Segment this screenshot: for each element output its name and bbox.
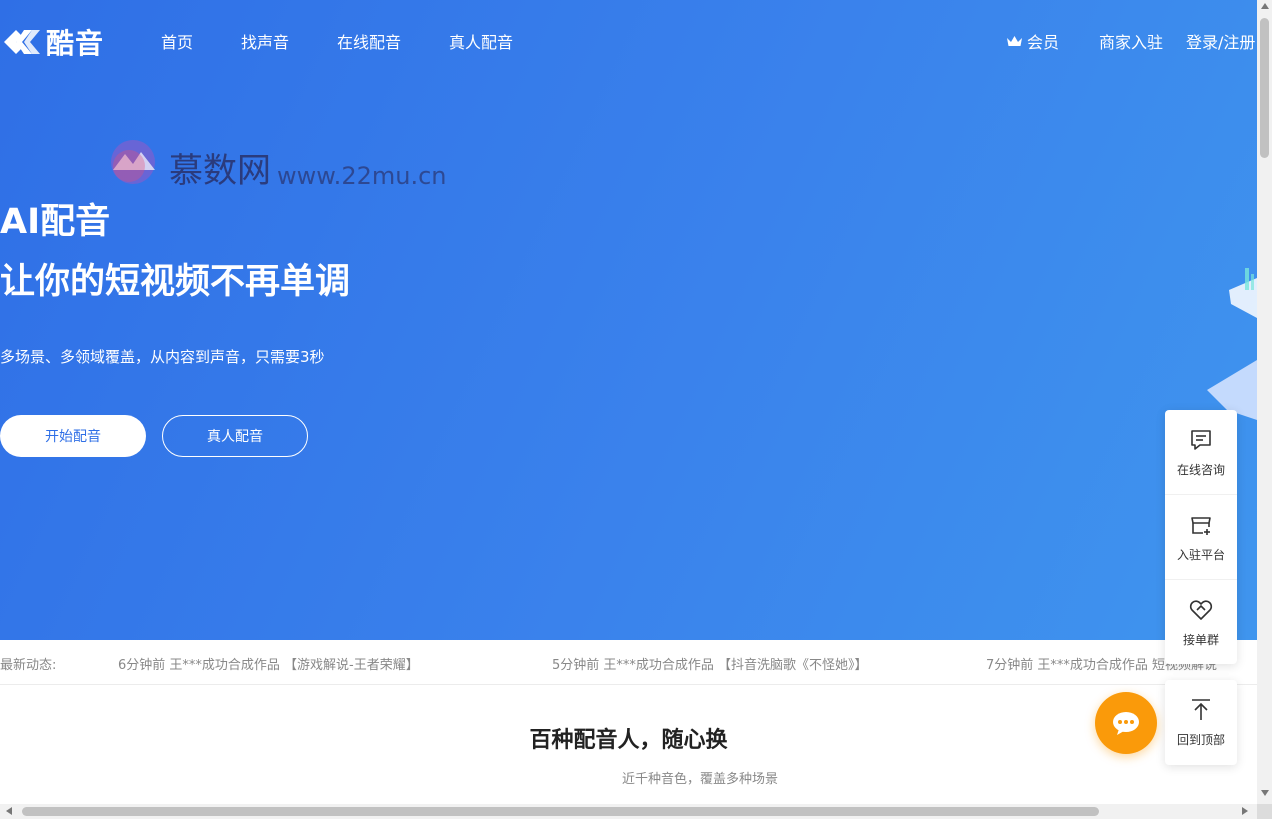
- ticker-label: 最新动态:: [0, 658, 57, 673]
- vertical-scrollbar[interactable]: [1257, 0, 1272, 819]
- back-to-top-button[interactable]: 回到顶部: [1165, 680, 1237, 765]
- nav-human-dubbing[interactable]: 真人配音: [449, 29, 513, 53]
- brand-logo[interactable]: 酷音: [2, 22, 104, 62]
- scroll-left-arrow-icon[interactable]: [6, 807, 12, 815]
- chat-icon: [1191, 429, 1211, 450]
- store-add-icon: [1191, 516, 1211, 535]
- page: 酷音 首页 找声音 在线配音 真人配音 会员 商家入驻 登录/注册 慕数网 ww: [0, 0, 1272, 819]
- scroll-down-arrow-icon[interactable]: [1261, 790, 1269, 796]
- handshake-icon: [1189, 600, 1213, 620]
- side-item-label: 接单群: [1182, 633, 1219, 647]
- hero-subtitle: 多场景、多领域覆盖，从内容到声音，只需要3秒: [0, 348, 325, 366]
- human-dubbing-button[interactable]: 真人配音: [162, 415, 308, 457]
- brand-name: 酷音: [46, 27, 105, 60]
- side-item-order-group[interactable]: 接单群: [1165, 580, 1237, 665]
- start-dubbing-button[interactable]: 开始配音: [0, 415, 146, 457]
- news-ticker: 最新动态: 6分钟前 王***成功合成作品 【游戏解说-王者荣耀】 5分钟前 王…: [0, 640, 1257, 685]
- logo-icon: [4, 30, 40, 54]
- hero-headline: 让你的短视频不再单调: [0, 262, 351, 302]
- hero-illustration: [1207, 268, 1257, 420]
- nav-merchant[interactable]: 商家入驻: [1099, 29, 1163, 53]
- horizontal-scrollbar[interactable]: [0, 804, 1257, 819]
- side-item-join-platform[interactable]: 入驻平台: [1165, 495, 1237, 580]
- nav-vip[interactable]: 会员: [1006, 29, 1059, 53]
- chat-fab-button[interactable]: [1095, 692, 1157, 754]
- section-title: 百种配音人，随心换: [529, 728, 728, 753]
- scrollbar-corner: [1257, 804, 1272, 819]
- scroll-up-arrow-icon[interactable]: [1261, 3, 1269, 9]
- ticker-item: 6分钟前 王***成功合成作品 【游戏解说-王者荣耀】: [118, 658, 419, 673]
- scroll-right-arrow-icon[interactable]: [1242, 807, 1248, 815]
- vertical-scroll-thumb[interactable]: [1260, 18, 1269, 158]
- watermark-logo-icon: [111, 140, 155, 184]
- side-panel: 在线咨询 入驻平台 接单群: [1165, 410, 1237, 664]
- side-item-online-consult[interactable]: 在线咨询: [1165, 410, 1237, 495]
- nav-find-voice[interactable]: 找声音: [241, 29, 289, 53]
- nav-home[interactable]: 首页: [161, 29, 193, 53]
- top-nav: 酷音 首页 找声音 在线配音 真人配音 会员 商家入驻 登录/注册: [0, 0, 1257, 78]
- hero-banner: 酷音 首页 找声音 在线配音 真人配音 会员 商家入驻 登录/注册 慕数网 ww: [0, 0, 1257, 640]
- nav-vip-label: 会员: [1027, 33, 1060, 52]
- crown-icon: [1007, 36, 1022, 46]
- nav-login[interactable]: 登录/注册: [1186, 29, 1255, 53]
- nav-online-dubbing[interactable]: 在线配音: [337, 29, 401, 53]
- chat-bubble-icon: [1113, 712, 1139, 735]
- section-subtitle: 近千种音色，覆盖多种场景: [621, 772, 778, 787]
- side-item-label: 入驻平台: [1176, 547, 1225, 562]
- ticker-item: 5分钟前 王***成功合成作品 【抖音洗脑歌《不怪她》】: [552, 658, 868, 673]
- watermark: 慕数网 www.22mu.cn: [103, 136, 446, 188]
- watermark-url: www.22mu.cn: [277, 162, 447, 190]
- side-item-label: 在线咨询: [1176, 462, 1225, 477]
- back-to-top-label: 回到顶部: [1176, 733, 1225, 747]
- arrow-up-icon: [1192, 699, 1210, 720]
- horizontal-scroll-thumb[interactable]: [22, 807, 1099, 816]
- watermark-name: 慕数网: [169, 151, 271, 191]
- hero-title: AI配音: [0, 202, 111, 242]
